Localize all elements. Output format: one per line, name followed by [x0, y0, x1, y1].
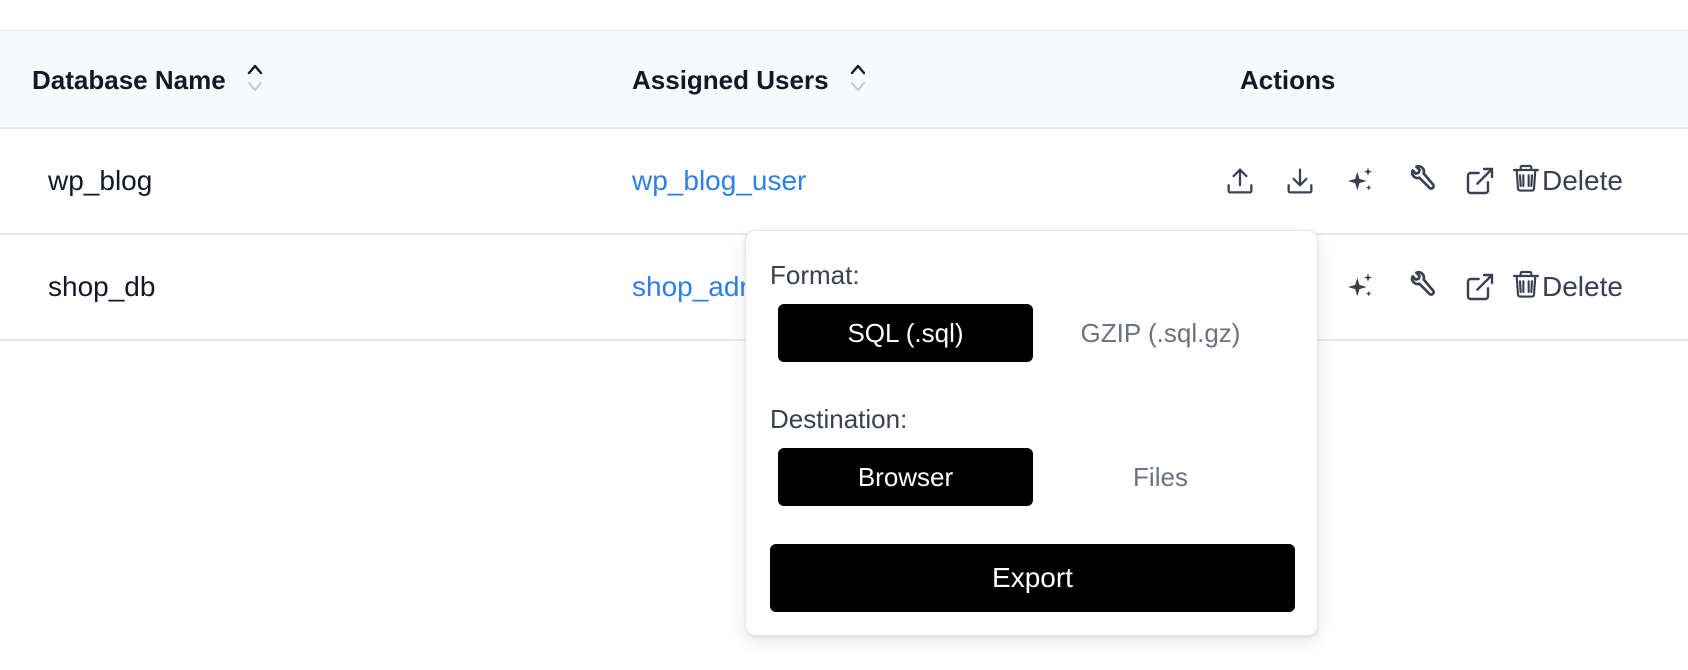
- external-link-icon[interactable]: [1450, 267, 1510, 307]
- column-header-label: Actions: [1240, 64, 1336, 95]
- format-option-gzip[interactable]: GZIP (.sql.gz): [1033, 304, 1288, 362]
- format-label: Format:: [770, 260, 860, 290]
- column-header-assigned-users[interactable]: Assigned Users: [632, 31, 867, 129]
- wrench-icon[interactable]: [1390, 161, 1450, 201]
- external-link-icon[interactable]: [1450, 161, 1510, 201]
- sparkles-icon[interactable]: [1330, 267, 1390, 307]
- sparkles-icon[interactable]: [1330, 161, 1390, 201]
- destination-segmented-control: Browser Files: [778, 448, 1288, 506]
- upload-icon[interactable]: [1210, 161, 1270, 201]
- wrench-icon[interactable]: [1390, 267, 1450, 307]
- database-name-cell: wp_blog: [48, 165, 153, 196]
- column-header-database-name[interactable]: Database Name: [32, 31, 264, 129]
- format-option-sql[interactable]: SQL (.sql): [778, 304, 1033, 362]
- column-header-label: Assigned Users: [632, 64, 829, 95]
- sort-icon[interactable]: [849, 63, 867, 93]
- delete-button[interactable]: Delete: [1510, 267, 1623, 308]
- export-popover: Format: SQL (.sql) GZIP (.sql.gz) Destin…: [745, 230, 1318, 636]
- download-icon[interactable]: [1270, 161, 1330, 201]
- destination-option-files[interactable]: Files: [1033, 448, 1288, 506]
- sort-icon[interactable]: [246, 63, 264, 93]
- format-segmented-control: SQL (.sql) GZIP (.sql.gz): [778, 304, 1288, 362]
- table-row: wp_blog wp_blog_user Delete: [0, 129, 1688, 235]
- destination-label: Destination:: [770, 404, 908, 434]
- trash-icon: [1510, 267, 1542, 308]
- table-header: Database Name Assigned Users Actions: [0, 31, 1688, 129]
- export-button[interactable]: Export: [770, 544, 1295, 612]
- delete-label: Delete: [1542, 165, 1623, 196]
- column-header-actions: Actions: [1240, 31, 1335, 129]
- row-actions: Delete: [1210, 129, 1623, 233]
- database-name-cell: shop_db: [48, 271, 156, 302]
- destination-option-browser[interactable]: Browser: [778, 448, 1033, 506]
- assigned-user-link[interactable]: wp_blog_user: [632, 129, 806, 233]
- trash-icon: [1510, 161, 1542, 202]
- delete-button[interactable]: Delete: [1510, 161, 1623, 202]
- column-header-label: Database Name: [32, 64, 226, 95]
- assigned-user-link[interactable]: shop_adr: [632, 235, 749, 339]
- delete-label: Delete: [1542, 271, 1623, 302]
